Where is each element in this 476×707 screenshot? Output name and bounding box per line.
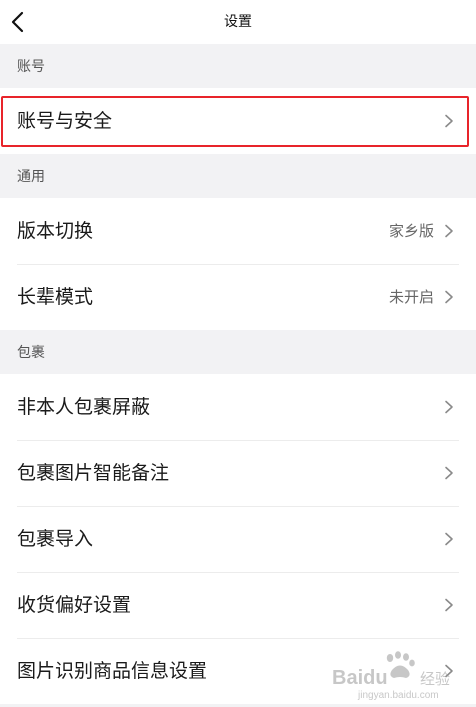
row-label: 包裹导入 [17,528,94,550]
row-label: 图片识别商品信息设置 [17,660,208,682]
chevron-right-icon [445,114,453,128]
row-value: 家乡版 [388,222,434,240]
section-header-account: 账号 [0,44,476,88]
chevron-right-icon [445,290,453,304]
section-header-general: 通用 [0,154,476,198]
section-header-package: 包裹 [0,330,476,374]
nav-bar: 设置 [0,0,476,44]
row-value: 未开启 [388,288,434,306]
section-title-account: 账号 [17,59,45,75]
row-label: 收货偏好设置 [17,594,132,616]
settings-row-block-others-packages[interactable]: 非本人包裹屏蔽 [0,374,476,440]
row-label: 账号与安全 [17,110,113,132]
chevron-right-icon [445,466,453,480]
settings-row-version-switch[interactable]: 版本切换 家乡版 [0,198,476,264]
settings-row-package-image-notes[interactable]: 包裹图片智能备注 [0,440,476,506]
chevron-right-icon [445,598,453,612]
section-title-package: 包裹 [17,345,45,361]
settings-row-delivery-preferences[interactable]: 收货偏好设置 [0,572,476,638]
settings-row-account-security[interactable]: 账号与安全 [0,88,476,154]
group-general: 版本切换 家乡版 长辈模式 未开启 [0,198,476,330]
settings-row-elder-mode[interactable]: 长辈模式 未开启 [0,264,476,330]
chevron-right-icon [445,224,453,238]
row-label: 非本人包裹屏蔽 [17,396,151,418]
section-title-general: 通用 [17,169,45,185]
page-title: 设置 [224,14,252,30]
chevron-right-icon [445,400,453,414]
group-package: 非本人包裹屏蔽 包裹图片智能备注 包裹导入 收货偏好设置 图片识别商品信息设置 [0,374,476,704]
settings-row-image-product-recognition[interactable]: 图片识别商品信息设置 [0,638,476,704]
row-label: 包裹图片智能备注 [17,462,170,484]
group-account: 账号与安全 [0,88,476,154]
row-label: 长辈模式 [17,286,94,308]
row-label: 版本切换 [17,220,94,242]
chevron-right-icon [445,664,453,678]
settings-row-package-import[interactable]: 包裹导入 [0,506,476,572]
chevron-right-icon [445,532,453,546]
